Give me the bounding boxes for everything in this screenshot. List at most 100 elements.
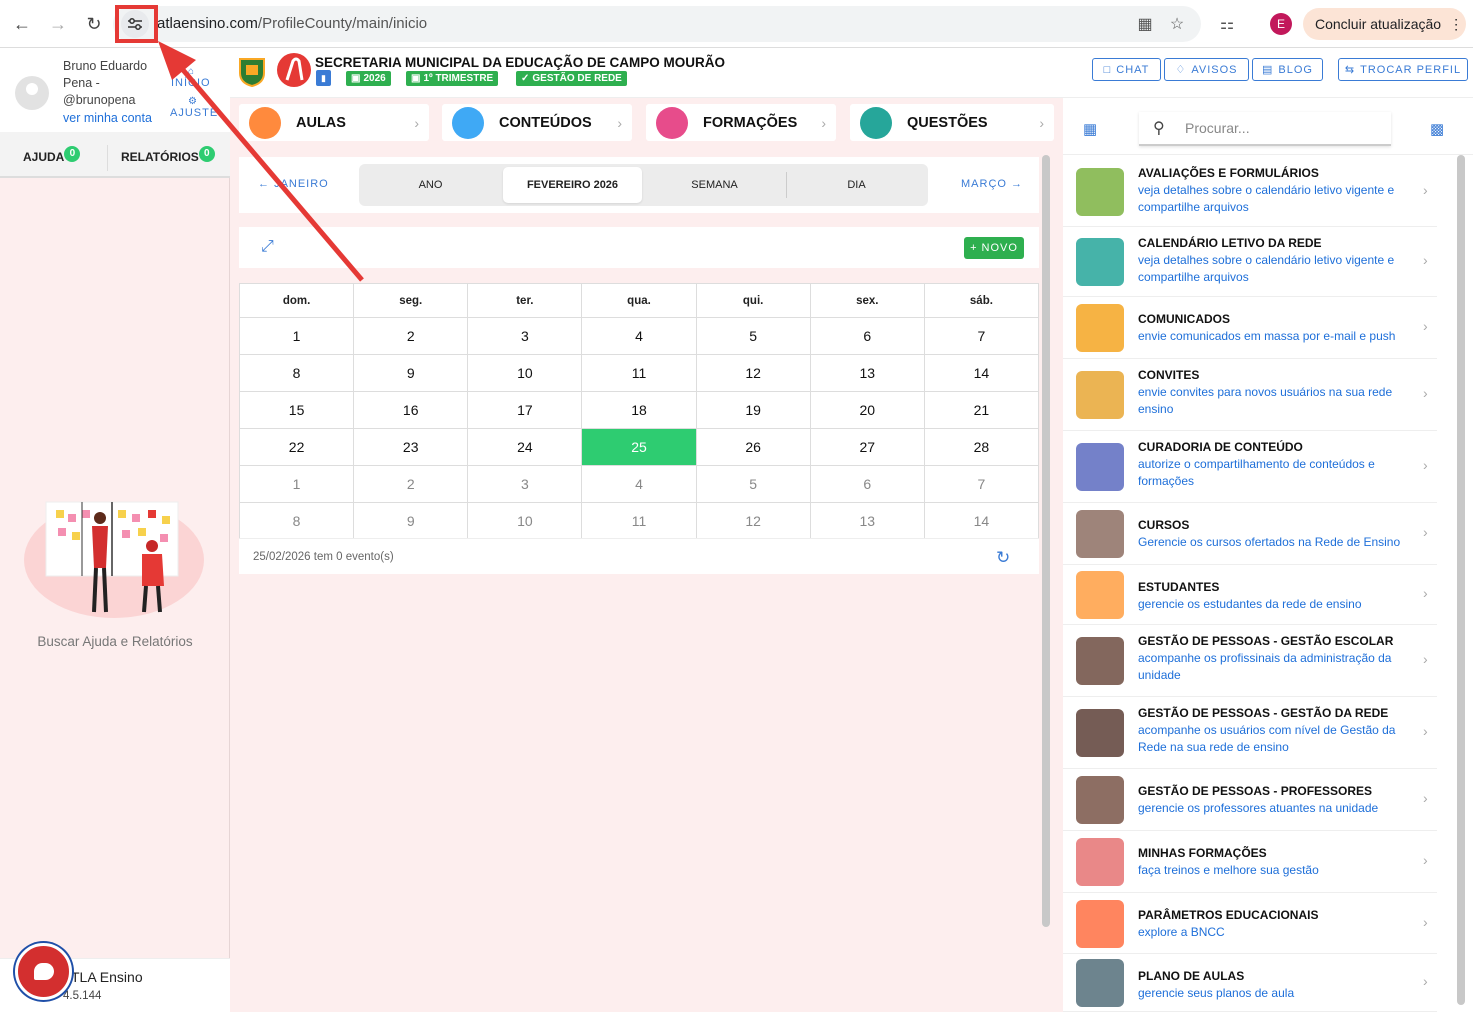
update-button[interactable]: Concluir atualização ⋮	[1303, 8, 1466, 40]
calendar-day-cell[interactable]: 27	[809, 428, 925, 466]
module-item[interactable]: ESTUDANTES gerencie os estudantes da rede…	[1063, 565, 1437, 625]
calendar-day-cell[interactable]: 26	[695, 428, 811, 466]
category-card-conteudos[interactable]: CONTEÚDOS ›	[442, 104, 632, 141]
module-item[interactable]: AVALIAÇÕES E FORMULÁRIOS veja detalhes so…	[1063, 157, 1437, 227]
calendar-day-cell[interactable]: 8	[238, 354, 355, 392]
calendar-day-cell[interactable]: 12	[695, 502, 811, 540]
modules-scrollbar[interactable]	[1457, 155, 1465, 1005]
calendar-day-cell[interactable]: 17	[467, 391, 583, 429]
switch-profile-button[interactable]: ⇆ TROCAR PERFIL	[1338, 58, 1468, 81]
calendar-day-cell[interactable]: 6	[809, 465, 925, 503]
calendar-day-cell[interactable]: 13	[809, 354, 925, 392]
chat-button[interactable]: □ CHAT	[1092, 58, 1161, 81]
calendar-day-cell[interactable]: 16	[353, 391, 469, 429]
view-month[interactable]: FEVEREIRO 2026	[503, 167, 642, 203]
calendar-day-cell[interactable]: 10	[467, 354, 583, 392]
fullscreen-icon[interactable]: ⤢	[261, 238, 274, 256]
nav-home[interactable]: INÍCIO	[171, 77, 211, 89]
calendar-day-cell[interactable]: 19	[695, 391, 811, 429]
tab-reports[interactable]: RELATÓRIOS 0	[121, 145, 215, 167]
stats-icon[interactable]: ▮	[316, 70, 331, 86]
calendar-day-cell[interactable]: 3	[467, 465, 583, 503]
reload-icon[interactable]: ↻	[80, 10, 108, 38]
new-event-button[interactable]: + NOVO	[964, 237, 1024, 259]
calendar-day-cell[interactable]: 3	[467, 317, 583, 355]
weekday-header: sáb.	[923, 283, 1040, 318]
module-item[interactable]: MINHAS FORMAÇÕES faça treinos e melhore s…	[1063, 831, 1437, 893]
module-item[interactable]: GESTÃO DE PESSOAS - GESTÃO ESCOLAR acompa…	[1063, 625, 1437, 697]
calendar-day-cell[interactable]: 22	[238, 428, 355, 466]
module-item[interactable]: CURSOS Gerencie os cursos ofertados na Re…	[1063, 503, 1437, 565]
calendar-day-cell[interactable]: 6	[809, 317, 925, 355]
blog-button[interactable]: ▤ BLOG	[1252, 58, 1323, 81]
back-icon[interactable]: ←	[8, 10, 36, 38]
calendar-day-cell[interactable]: 11	[581, 354, 697, 392]
calendar-day-cell[interactable]: 4	[581, 317, 697, 355]
module-item[interactable]: CALENDÁRIO LETIVO DA REDE veja detalhes s…	[1063, 227, 1437, 297]
calendar-day-cell[interactable]: 13	[809, 502, 925, 540]
user-avatar[interactable]	[15, 76, 49, 110]
calendar-day-cell[interactable]: 11	[581, 502, 697, 540]
profile-avatar[interactable]: E	[1270, 13, 1292, 35]
calendar-day-cell[interactable]: 9	[353, 502, 469, 540]
calendar-day-cell[interactable]: 5	[695, 465, 811, 503]
qr-code-icon[interactable]: ▩	[1430, 120, 1444, 138]
module-icon	[1076, 637, 1124, 685]
calendar-day-cell[interactable]: 2	[353, 465, 469, 503]
calendar-day-cell[interactable]: 7	[923, 465, 1040, 503]
calendar-day-cell[interactable]: 20	[809, 391, 925, 429]
calendar-day-cell[interactable]: 12	[695, 354, 811, 392]
module-item[interactable]: PLANO DE AULAS gerencie seus planos de au…	[1063, 954, 1437, 1012]
chat-fab-icon[interactable]	[15, 943, 72, 1000]
bookmark-star-icon[interactable]: ☆	[1165, 12, 1189, 36]
category-card-aulas[interactable]: AULAS ›	[239, 104, 429, 141]
module-item[interactable]: CONVITES envie convites para novos usuári…	[1063, 359, 1437, 431]
next-month-button[interactable]: MARÇO →	[961, 178, 1023, 190]
module-item[interactable]: GESTÃO DE PESSOAS - PROFESSORES gerencie …	[1063, 769, 1437, 831]
calendar-day-cell[interactable]: 10	[467, 502, 583, 540]
calendar-day-cell[interactable]: 23	[353, 428, 469, 466]
nav-settings[interactable]: AJUSTE	[170, 107, 218, 119]
module-item[interactable]: COMUNICADOS envie comunicados em massa po…	[1063, 297, 1437, 359]
plus-icon: +	[970, 242, 978, 254]
module-icon	[1076, 371, 1124, 419]
module-item[interactable]: PARÂMETROS EDUCACIONAIS explore a BNCC ›	[1063, 893, 1437, 954]
calendar-day-cell[interactable]: 5	[695, 317, 811, 355]
calendar-day-cell[interactable]: 9	[353, 354, 469, 392]
calendar-day-cell[interactable]: 24	[467, 428, 583, 466]
search-input[interactable]	[1185, 120, 1380, 136]
calendar-day-cell[interactable]: 28	[923, 428, 1040, 466]
calendar-day-cell[interactable]: 15	[238, 391, 355, 429]
calendar-day-cell[interactable]: 4	[581, 465, 697, 503]
calendar-day-cell[interactable]: 18	[581, 391, 697, 429]
forward-icon[interactable]: →	[44, 10, 72, 38]
my-account-link[interactable]: ver minha conta	[63, 111, 152, 125]
view-year[interactable]: ANO	[361, 167, 500, 203]
view-week[interactable]: SEMANA	[645, 167, 784, 203]
view-day[interactable]: DIA	[787, 167, 926, 203]
calendar-day-cell[interactable]: 21	[923, 391, 1040, 429]
grid-view-icon[interactable]: ▦	[1083, 120, 1097, 138]
module-item[interactable]: GESTÃO DE PESSOAS - GESTÃO DA REDE acompa…	[1063, 697, 1437, 769]
user-handle: @brunopena	[63, 93, 136, 107]
calendar-day-cell[interactable]: 25	[581, 428, 697, 466]
calendar-day-cell[interactable]: 2	[353, 317, 469, 355]
refresh-icon[interactable]: ↻	[996, 548, 1010, 568]
prev-month-button[interactable]: ← JANEIRO	[258, 178, 329, 190]
url-text[interactable]: atlaensino.com/ProfileCounty/main/inicio	[157, 15, 427, 32]
main-scrollbar[interactable]	[1042, 155, 1050, 927]
calendar-day-cell[interactable]: 8	[238, 502, 355, 540]
category-card-formacoes[interactable]: FORMAÇÕES ›	[646, 104, 836, 141]
calendar-day-cell[interactable]: 14	[923, 502, 1040, 540]
calendar-day-cell[interactable]: 7	[923, 317, 1040, 355]
module-item[interactable]: CURADORIA DE CONTEÚDO autorize o comparti…	[1063, 431, 1437, 503]
tab-help[interactable]: AJUDA 0	[23, 145, 81, 167]
calendar-day-cell[interactable]: 1	[238, 465, 355, 503]
calendar-day-cell[interactable]: 14	[923, 354, 1040, 392]
chevron-right-icon: ›	[1423, 182, 1428, 198]
calendar-day-cell[interactable]: 1	[238, 317, 355, 355]
extensions-icon[interactable]: ⚏	[1215, 12, 1239, 36]
category-card-questoes[interactable]: QUESTÕES ›	[850, 104, 1054, 141]
notices-button[interactable]: ♢ AVISOS	[1164, 58, 1249, 81]
install-app-icon[interactable]: ▦	[1133, 12, 1157, 36]
